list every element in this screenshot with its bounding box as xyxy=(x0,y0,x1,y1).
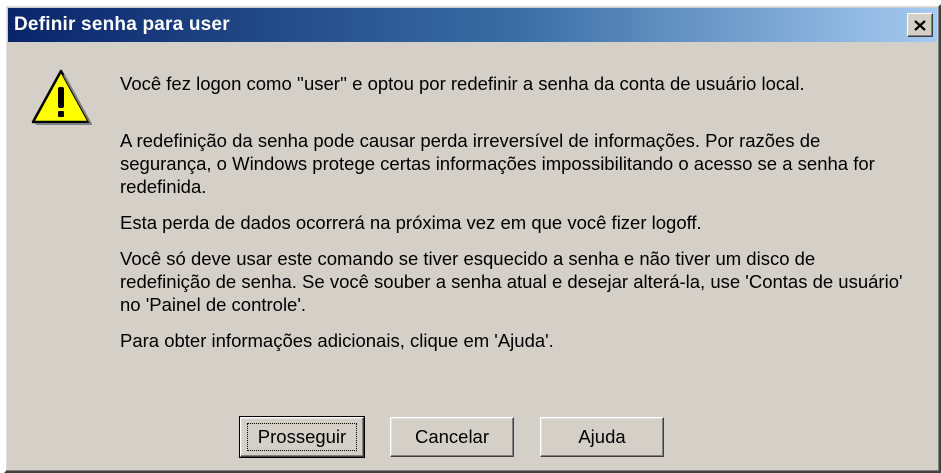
help-button[interactable]: Ajuda xyxy=(540,417,664,457)
message-paragraph-help: Para obter informações adicionais, cliqu… xyxy=(120,330,554,351)
password-dialog: Definir senha para user Você fez logon c… xyxy=(4,4,941,473)
proceed-button[interactable]: Prosseguir xyxy=(239,416,365,458)
message-paragraph-risk: A redefinição da senha pode causar perda… xyxy=(120,130,875,197)
proceed-button-label: Prosseguir xyxy=(246,423,358,451)
message-paragraph-logon: Você fez logon como ''user'' e optou por… xyxy=(120,73,805,94)
close-button[interactable] xyxy=(907,13,933,37)
close-icon xyxy=(914,19,926,31)
message-body: Você fez logon como ''user'' e optou por… xyxy=(120,72,910,352)
button-row: Prosseguir Cancelar Ajuda xyxy=(239,416,664,458)
cancel-button[interactable]: Cancelar xyxy=(390,417,514,457)
help-button-label: Ajuda xyxy=(578,426,626,447)
window-title: Definir senha para user xyxy=(14,14,230,35)
cancel-button-label: Cancelar xyxy=(414,426,490,447)
message-paragraph-logoff: Esta perda de dados ocorrerá na próxima … xyxy=(120,212,702,233)
message-paragraph-usage: Você só deve usar este comando se tiver … xyxy=(120,248,903,315)
warning-icon xyxy=(31,69,92,125)
title-bar[interactable]: Definir senha para user xyxy=(8,8,937,42)
